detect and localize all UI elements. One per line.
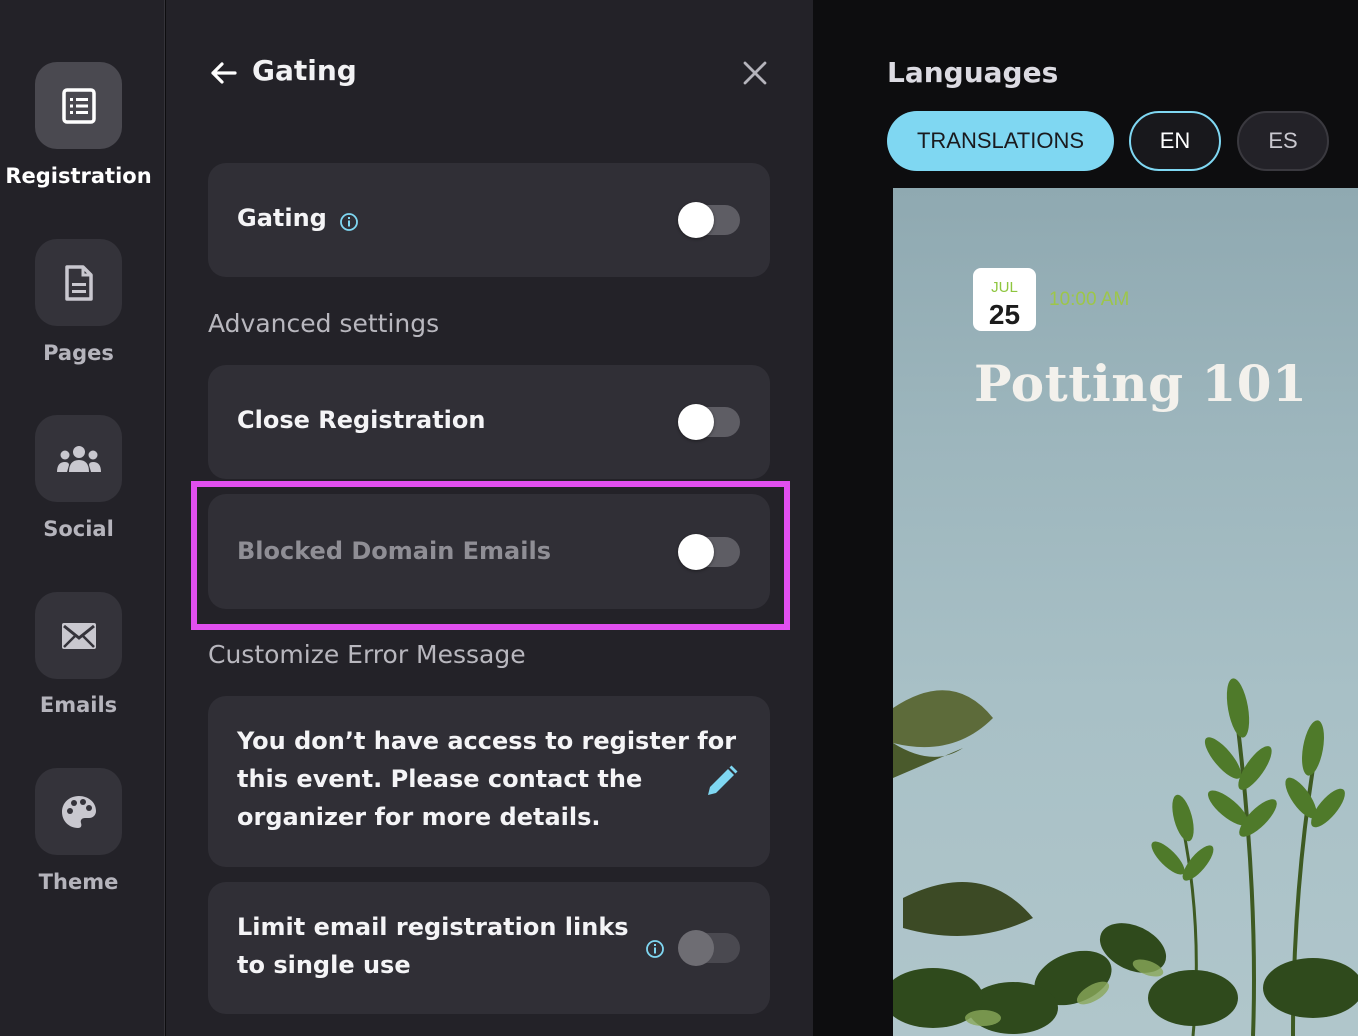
advanced-settings-heading: Advanced settings	[208, 309, 440, 338]
preview-area: Languages TRANSLATIONS EN ES JUL 25 10:0…	[814, 0, 1358, 1036]
error-message-line-2: this event. Please contact the	[237, 765, 643, 793]
plant-illustration	[893, 678, 1358, 1036]
translations-button[interactable]: TRANSLATIONS	[887, 111, 1114, 171]
registration-list-icon	[61, 87, 96, 124]
toggle-knob	[678, 930, 714, 966]
event-hero-image: JUL 25 10:00 AM Potting 101	[893, 188, 1358, 1036]
toggle-knob	[678, 202, 714, 238]
limit-links-line-1: Limit email registration links	[237, 913, 629, 941]
nav-label-social: Social	[43, 517, 114, 541]
registration-button[interactable]	[35, 62, 122, 149]
error-message-line-3: organizer for more details.	[237, 803, 601, 831]
nav-label-registration: Registration	[5, 164, 152, 188]
pages-button[interactable]	[35, 239, 122, 326]
emails-button[interactable]	[35, 592, 122, 679]
left-nav: Registration Pages Social Emails Theme	[0, 0, 165, 1036]
nav-label-pages: Pages	[43, 341, 114, 365]
languages-title: Languages	[887, 56, 1059, 89]
gating-label: Gating	[237, 204, 327, 232]
limit-links-line-2: to single use	[237, 951, 411, 979]
palette-icon	[61, 795, 96, 828]
event-title: Potting 101	[974, 354, 1308, 413]
error-message-heading: Customize Error Message	[208, 640, 526, 669]
limit-links-toggle[interactable]	[678, 930, 740, 966]
envelope-icon	[61, 622, 96, 649]
close-registration-card: Close Registration	[208, 365, 770, 479]
social-button[interactable]	[35, 415, 122, 502]
close-registration-toggle[interactable]	[678, 404, 740, 440]
highlight-box	[191, 481, 790, 630]
panel-title: Gating	[252, 54, 357, 87]
event-time: 10:00 AM	[1049, 289, 1130, 310]
gating-card: Gating	[208, 163, 770, 277]
error-message-card: You don’t have access to register for th…	[208, 696, 770, 867]
date-month: JUL	[991, 279, 1018, 296]
limit-links-card: Limit email registration links to single…	[208, 882, 770, 1014]
gating-toggle[interactable]	[678, 202, 740, 238]
toggle-knob	[678, 404, 714, 440]
close-icon[interactable]	[740, 58, 770, 88]
back-arrow-icon[interactable]	[208, 58, 238, 88]
language-en-button[interactable]: EN	[1129, 111, 1221, 171]
nav-label-emails: Emails	[39, 693, 118, 717]
language-es-button[interactable]: ES	[1237, 111, 1329, 171]
edit-pencil-icon[interactable]	[705, 764, 739, 798]
date-day: 25	[988, 299, 1021, 330]
nav-label-theme: Theme	[38, 870, 119, 894]
info-icon[interactable]	[339, 212, 359, 232]
error-message-line-1: You don’t have access to register for	[237, 727, 737, 755]
date-badge: JUL 25	[973, 268, 1036, 331]
page-icon	[64, 264, 93, 301]
people-icon	[56, 445, 101, 472]
theme-button[interactable]	[35, 768, 122, 855]
close-registration-label: Close Registration	[237, 406, 486, 434]
info-icon[interactable]	[645, 939, 665, 959]
